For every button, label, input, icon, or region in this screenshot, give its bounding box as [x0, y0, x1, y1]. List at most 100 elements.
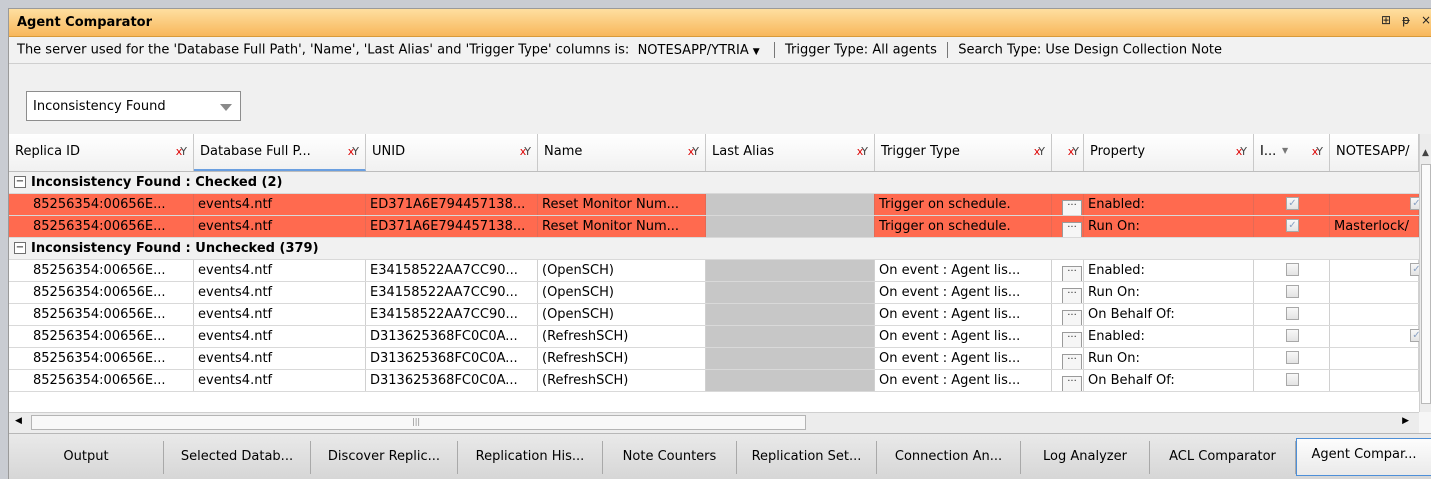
cell-name[interactable]: (OpenSCH) [538, 260, 706, 281]
tab-selected-datab[interactable]: Selected Datab... [164, 441, 311, 474]
collapse-toggle-icon[interactable]: − [14, 176, 26, 188]
cell-database-path[interactable]: events4.ntf [194, 326, 366, 347]
collapse-toggle-icon[interactable]: − [14, 242, 26, 254]
header-col-name[interactable]: Name xY [538, 134, 706, 171]
filter-icon[interactable]: xY [1236, 145, 1247, 158]
cell-last-alias[interactable] [706, 216, 875, 237]
ellipsis-button[interactable]: ··· [1062, 310, 1082, 325]
cell-last-alias[interactable] [706, 348, 875, 369]
cell-unid[interactable]: E34158522AA7CC90... [366, 282, 538, 303]
cell-last-alias[interactable] [706, 304, 875, 325]
table-row[interactable]: 85256354:00656E... events4.ntf E34158522AA… [9, 282, 1419, 304]
cell-notesapp[interactable] [1330, 194, 1419, 215]
checkbox[interactable] [1286, 263, 1299, 276]
cell-notesapp[interactable]: Masterlock/ [1330, 216, 1419, 237]
cell-replica-id[interactable]: 85256354:00656E... [9, 216, 194, 237]
ellipsis-button[interactable]: ··· [1062, 354, 1082, 369]
header-col-unid[interactable]: UNID xY [366, 134, 538, 171]
cell-replica-id[interactable]: 85256354:00656E... [9, 260, 194, 281]
cell-ellipsis[interactable]: ··· [1052, 370, 1084, 391]
vertical-scrollbar[interactable]: ▲ [1419, 134, 1431, 412]
cell-trigger-type[interactable]: Trigger on schedule. [875, 216, 1052, 237]
cell-replica-id[interactable]: 85256354:00656E... [9, 326, 194, 347]
cell-replica-id[interactable]: 85256354:00656E... [9, 194, 194, 215]
cell-last-alias[interactable] [706, 326, 875, 347]
tab-connection-an[interactable]: Connection An... [877, 441, 1021, 474]
group-row[interactable]: − Inconsistency Found : Unchecked (379) [9, 238, 1419, 260]
close-icon[interactable]: × [1420, 13, 1431, 27]
cell-last-alias[interactable] [706, 282, 875, 303]
cell-unid[interactable]: ED371A6E794457138... [366, 194, 538, 215]
server-selector[interactable]: NOTESAPP/YTRIA ▼ [633, 43, 763, 58]
chevron-down-icon[interactable] [220, 104, 232, 111]
scroll-thumb[interactable] [1421, 164, 1431, 404]
cell-property[interactable]: Enabled: [1084, 194, 1254, 215]
tab-note-counters[interactable]: Note Counters [603, 441, 737, 474]
cell-notesapp[interactable] [1330, 326, 1419, 347]
horizontal-scrollbar[interactable]: ◀ ||| ▶ [9, 412, 1419, 433]
cell-property[interactable]: On Behalf Of: [1084, 370, 1254, 391]
table-row[interactable]: 85256354:00656E... events4.ntf D313625368F… [9, 348, 1419, 370]
cell-name[interactable]: (RefreshSCH) [538, 370, 706, 391]
cell-notesapp[interactable] [1330, 370, 1419, 391]
checkbox[interactable] [1286, 285, 1299, 298]
cell-property[interactable]: Run On: [1084, 282, 1254, 303]
checkbox[interactable] [1286, 329, 1299, 342]
cell-database-path[interactable]: events4.ntf [194, 282, 366, 303]
filter-icon[interactable]: xY [1312, 145, 1323, 158]
tab-acl-comparator[interactable]: ACL Comparator [1150, 441, 1296, 474]
filter-icon[interactable]: xY [176, 145, 187, 158]
table-row[interactable]: 85256354:00656E... events4.ntf ED371A6E794… [9, 194, 1419, 216]
tab-replication-set[interactable]: Replication Set... [737, 441, 877, 474]
cell-database-path[interactable]: events4.ntf [194, 370, 366, 391]
table-row[interactable]: 85256354:00656E... events4.ntf ED371A6E794… [9, 216, 1419, 238]
table-row[interactable] [9, 392, 1419, 412]
cell-database-path[interactable]: events4.ntf [194, 216, 366, 237]
cell-property[interactable]: Enabled: [1084, 326, 1254, 347]
header-col-last-alias[interactable]: Last Alias xY [706, 134, 875, 171]
checkbox[interactable] [1286, 351, 1299, 364]
cell-notesapp[interactable] [1330, 282, 1419, 303]
cell-notesapp[interactable] [1330, 260, 1419, 281]
tab-replication-his[interactable]: Replication His... [458, 441, 603, 474]
pin-icon[interactable]: ᵽ [1400, 13, 1412, 27]
maximize-icon[interactable]: ⊞ [1380, 13, 1392, 27]
cell-trigger-type[interactable]: On event : Agent lis... [875, 260, 1052, 281]
cell-last-alias[interactable] [706, 370, 875, 391]
cell-unid[interactable]: ED371A6E794457138... [366, 216, 538, 237]
filter-icon[interactable]: xY [348, 145, 359, 158]
ellipsis-button[interactable]: ··· [1062, 222, 1082, 237]
checkbox-checked[interactable]: ✓ [1410, 329, 1419, 342]
cell-property[interactable]: Run On: [1084, 216, 1254, 237]
table-row[interactable]: 85256354:00656E... events4.ntf D313625368F… [9, 370, 1419, 392]
cell-notesapp[interactable] [1330, 348, 1419, 369]
filter-icon[interactable]: xY [857, 145, 868, 158]
cell-trigger-type[interactable]: Trigger on schedule. [875, 194, 1052, 215]
cell-replica-id[interactable]: 85256354:00656E... [9, 282, 194, 303]
cell-unid[interactable]: E34158522AA7CC90... [366, 260, 538, 281]
cell-notesapp[interactable] [1330, 304, 1419, 325]
cell-unid[interactable]: D313625368FC0C0A... [366, 370, 538, 391]
cell-ellipsis[interactable]: ··· [1052, 260, 1084, 281]
cell-name[interactable]: (OpenSCH) [538, 304, 706, 325]
ellipsis-button[interactable]: ··· [1062, 200, 1082, 215]
table-row[interactable]: 85256354:00656E... events4.ntf E34158522AA… [9, 304, 1419, 326]
scroll-right-icon[interactable]: ▶ [1402, 416, 1409, 426]
ellipsis-button[interactable]: ··· [1062, 376, 1082, 391]
header-col-inconsistent[interactable]: I... xY ▼ [1254, 134, 1330, 171]
filter-icon[interactable]: xY [688, 145, 699, 158]
cell-ellipsis[interactable]: ··· [1052, 194, 1084, 215]
header-col-trigger-type[interactable]: Trigger Type xY [875, 134, 1052, 171]
sort-icon[interactable]: ▼ [1282, 146, 1288, 155]
cell-database-path[interactable]: events4.ntf [194, 260, 366, 281]
header-col-notesapp[interactable]: NOTESAPP/ [1330, 134, 1419, 171]
filter-icon[interactable]: xY [520, 145, 531, 158]
checkbox[interactable] [1286, 307, 1299, 320]
cell-database-path[interactable]: events4.ntf [194, 194, 366, 215]
cell-property[interactable]: Run On: [1084, 348, 1254, 369]
ellipsis-button[interactable]: ··· [1062, 332, 1082, 347]
cell-database-path[interactable]: events4.ntf [194, 348, 366, 369]
cell-name[interactable]: (RefreshSCH) [538, 326, 706, 347]
cell-name[interactable]: Reset Monitor Num... [538, 216, 706, 237]
cell-replica-id[interactable]: 85256354:00656E... [9, 348, 194, 369]
